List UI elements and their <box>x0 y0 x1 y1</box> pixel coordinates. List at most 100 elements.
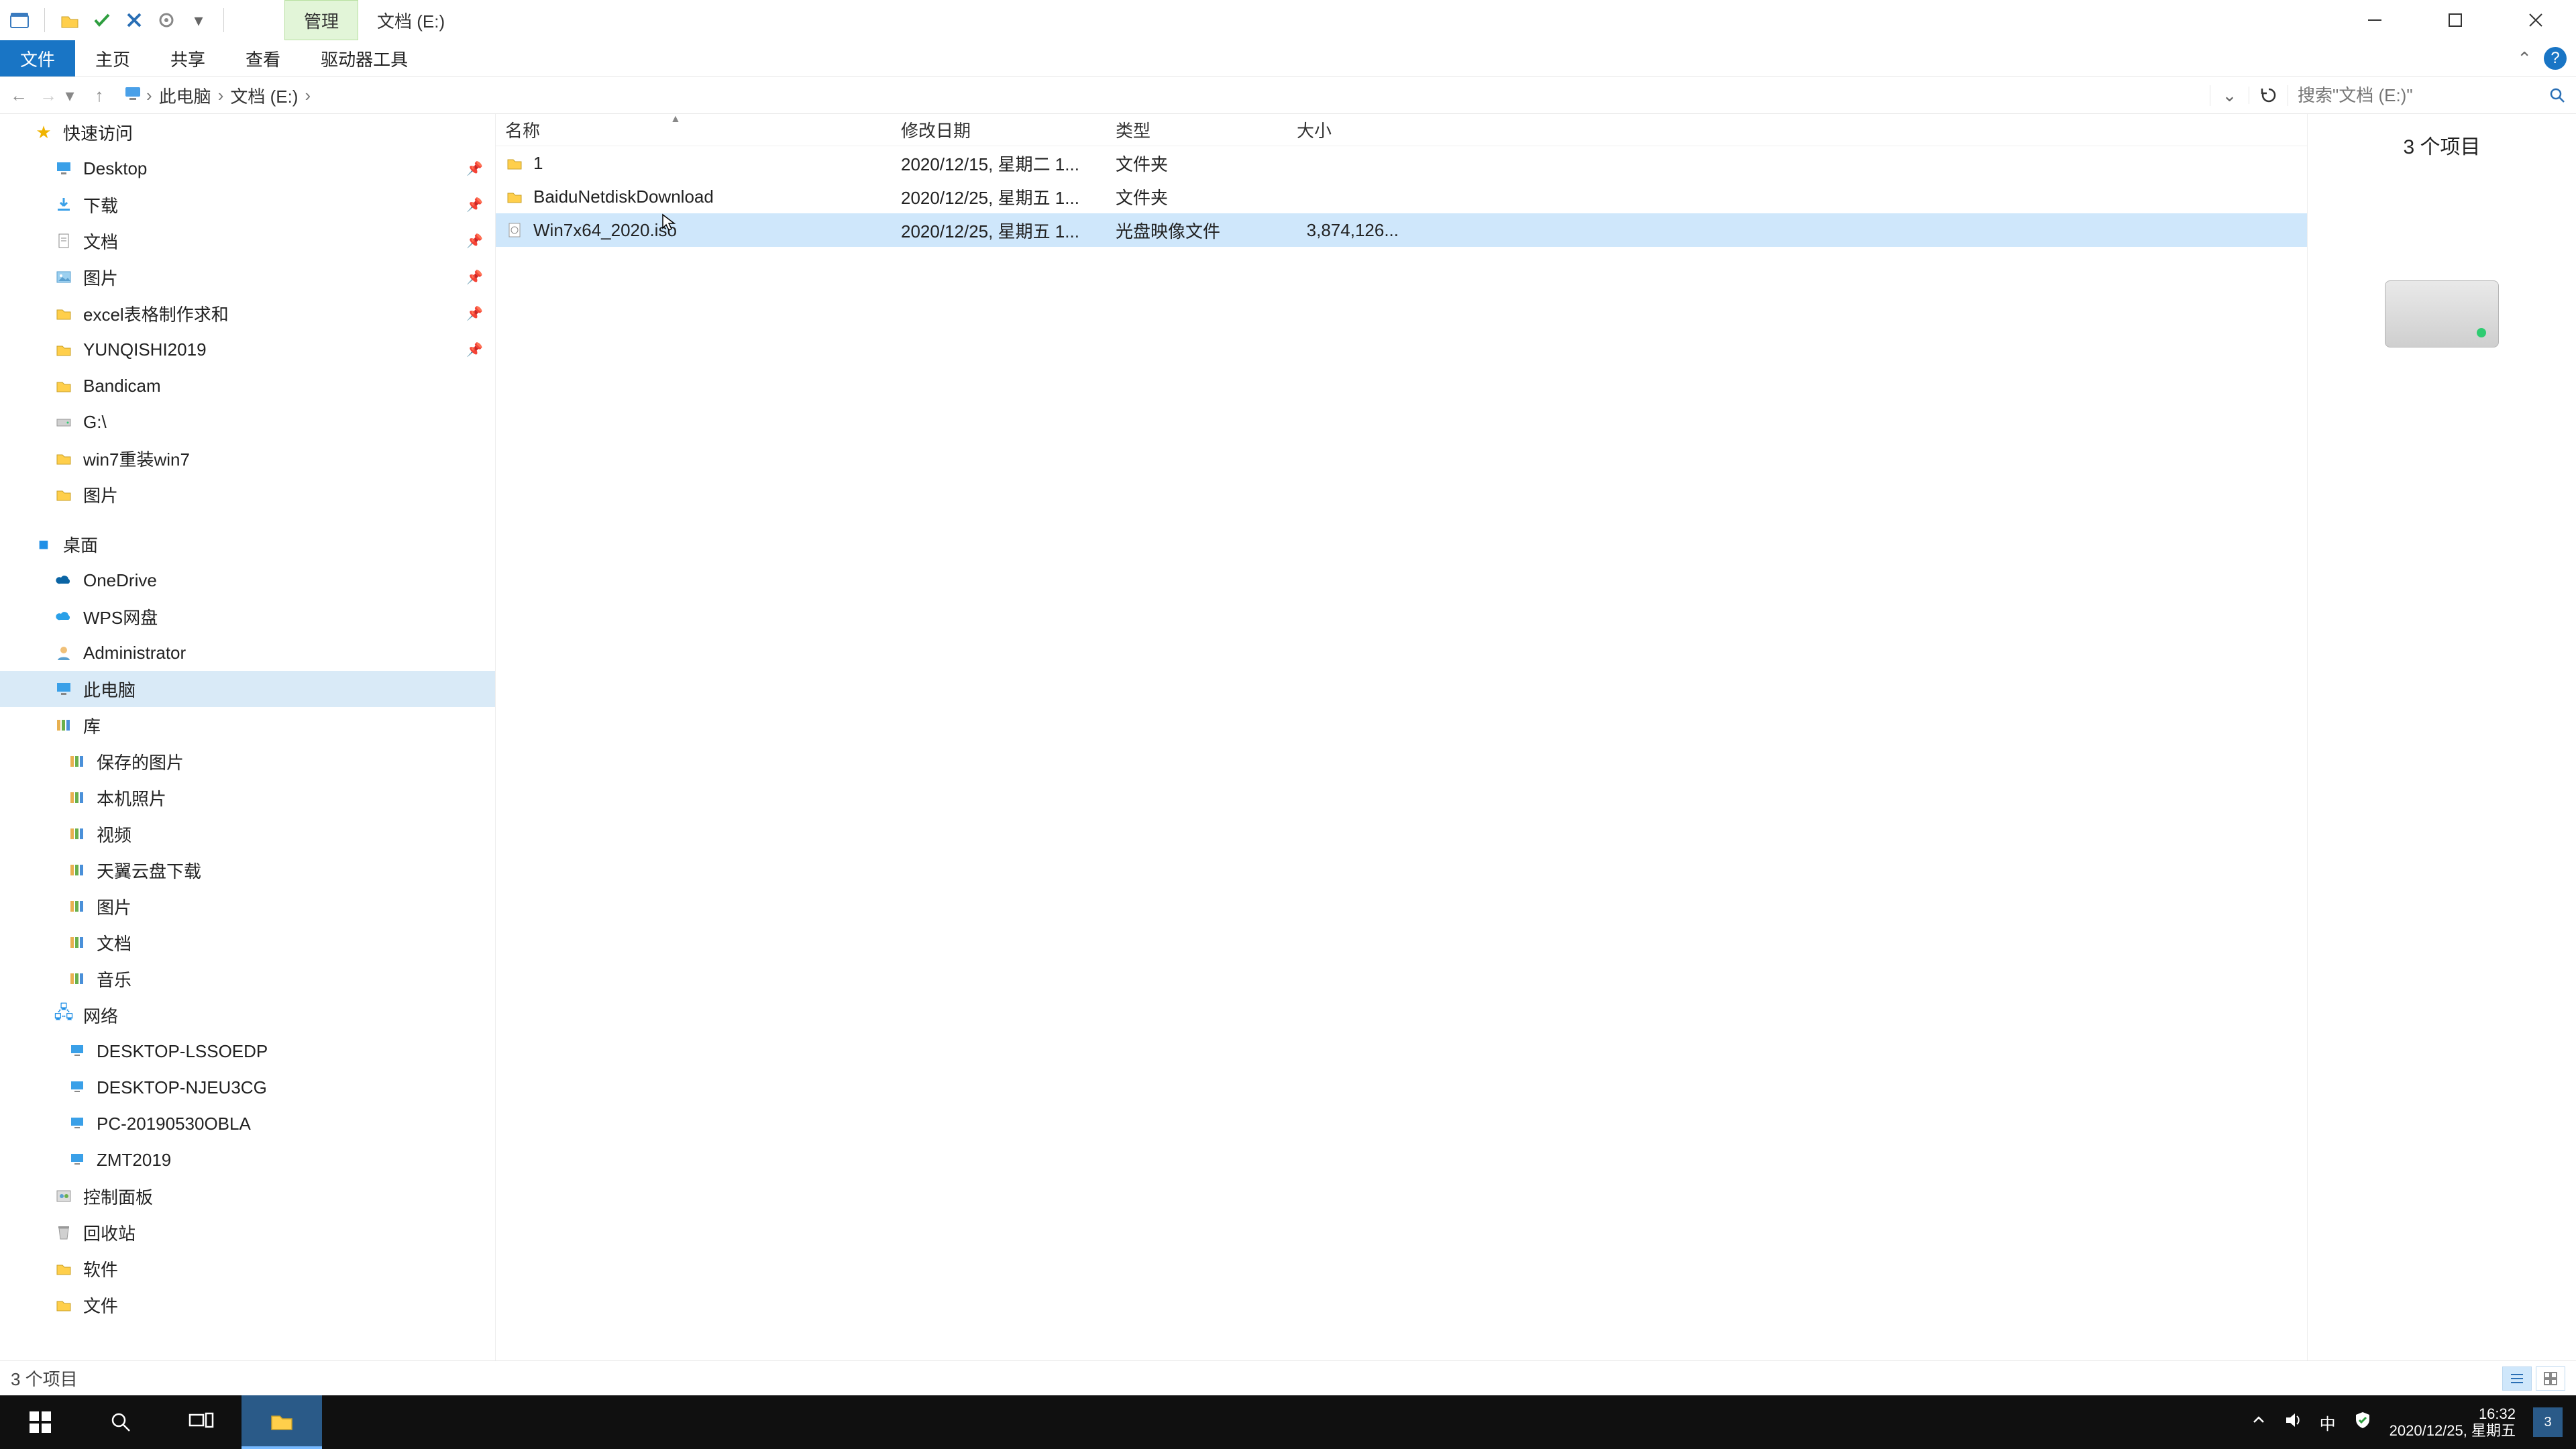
navigation-pane[interactable]: ★ 快速访问 Desktop📌 下载📌 文档📌 图片📌 excel表格制作求和📌… <box>0 114 495 1360</box>
nav-tail-item[interactable]: 文件 <box>0 1287 495 1323</box>
details-view-button[interactable] <box>2502 1366 2532 1391</box>
breadcrumb-drive[interactable]: 文档 (E:) <box>227 83 301 108</box>
qat-dropdown-icon[interactable]: ▾ <box>187 9 210 32</box>
nav-label: 文档 <box>97 930 131 955</box>
qat-close-icon[interactable] <box>123 9 146 32</box>
download-icon <box>54 196 74 213</box>
nav-library-item[interactable]: 音乐 <box>0 961 495 997</box>
nav-quick-item[interactable]: 文档📌 <box>0 223 495 259</box>
file-row[interactable]: 1 2020/12/15, 星期二 1... 文件夹 <box>496 146 2307 180</box>
nav-tail-item[interactable]: 软件 <box>0 1250 495 1287</box>
ribbon-context-tab[interactable]: 管理 <box>284 0 358 40</box>
nav-network-item[interactable]: DESKTOP-LSSOEDP <box>0 1033 495 1069</box>
ribbon-tab-file[interactable]: 文件 <box>0 40 75 76</box>
file-date: 2020/12/25, 星期五 1... <box>892 218 1106 243</box>
nav-desktop-item[interactable]: Administrator <box>0 635 495 671</box>
minimize-button[interactable] <box>2334 0 2415 40</box>
file-type: 光盘映像文件 <box>1106 218 1287 243</box>
maximize-button[interactable] <box>2415 0 2496 40</box>
tray-overflow-icon[interactable] <box>2251 1413 2266 1432</box>
column-name[interactable]: 名称 <box>496 117 892 142</box>
ribbon-tab-share[interactable]: 共享 <box>150 40 225 76</box>
nav-network-item[interactable]: ZMT2019 <box>0 1142 495 1178</box>
lib-icon <box>54 716 74 734</box>
ime-indicator[interactable]: 中 <box>2320 1411 2336 1434</box>
nav-network-item[interactable]: PC-20190530OBLA <box>0 1106 495 1142</box>
help-icon[interactable]: ? <box>2544 47 2567 70</box>
security-icon[interactable] <box>2353 1411 2372 1434</box>
column-date[interactable]: 修改日期 <box>892 117 1106 142</box>
nav-library-item[interactable]: 天翼云盘下载 <box>0 852 495 888</box>
taskbar-clock[interactable]: 16:32 2020/12/25, 星期五 <box>2390 1405 2516 1440</box>
nav-quick-access[interactable]: ★ 快速访问 <box>0 114 495 150</box>
volume-icon[interactable] <box>2284 1411 2302 1434</box>
ribbon-tab-drive-tools[interactable]: 驱动器工具 <box>301 40 428 76</box>
nav-quick-item[interactable]: excel表格制作求和📌 <box>0 295 495 331</box>
search-box[interactable] <box>2288 85 2576 106</box>
search-icon[interactable] <box>2538 87 2576 104</box>
address-dropdown-icon[interactable]: ⌄ <box>2210 85 2249 106</box>
quick-access-toolbar: ▾ <box>0 8 228 32</box>
close-button[interactable] <box>2496 0 2576 40</box>
chevron-right-icon[interactable]: › <box>218 85 224 106</box>
netpc-icon <box>67 1042 87 1060</box>
nav-quick-item[interactable]: win7重装win7 <box>0 440 495 476</box>
breadcrumb-this-pc[interactable]: 此电脑 <box>156 83 214 108</box>
nav-desktop-item[interactable]: 此电脑 <box>0 671 495 707</box>
chevron-right-icon[interactable]: › <box>146 85 152 106</box>
nav-tail-item[interactable]: 回收站 <box>0 1214 495 1250</box>
action-center-button[interactable]: 3 <box>2533 1407 2563 1437</box>
column-size[interactable]: 大小 <box>1287 117 1408 142</box>
qat-check-icon[interactable] <box>91 9 113 32</box>
nav-up-button[interactable]: ↑ <box>80 85 118 106</box>
nav-library-item[interactable]: 视频 <box>0 816 495 852</box>
nav-quick-item[interactable]: G:\ <box>0 404 495 440</box>
nav-label: 库 <box>83 713 101 738</box>
file-row[interactable]: BaiduNetdiskDownload 2020/12/25, 星期五 1..… <box>496 180 2307 213</box>
search-input[interactable] <box>2288 85 2538 106</box>
task-view-button[interactable] <box>161 1395 241 1449</box>
chevron-right-icon[interactable]: › <box>305 85 311 106</box>
folder-icon <box>54 1296 74 1313</box>
nav-label: 保存的图片 <box>97 749 184 774</box>
ribbon-tab-home[interactable]: 主页 <box>75 40 150 76</box>
ribbon-tab-view[interactable]: 查看 <box>225 40 301 76</box>
qat-settings-icon[interactable] <box>155 9 178 32</box>
nav-quick-item[interactable]: Desktop📌 <box>0 150 495 186</box>
thumbnails-view-button[interactable] <box>2536 1366 2565 1391</box>
nav-library-item[interactable]: 图片 <box>0 888 495 924</box>
nav-desktop-root[interactable]: ■ 桌面 <box>0 526 495 562</box>
start-button[interactable] <box>0 1395 80 1449</box>
file-type: 文件夹 <box>1106 184 1287 209</box>
nav-library-item[interactable]: 本机照片 <box>0 780 495 816</box>
qat-new-folder-icon[interactable] <box>58 9 81 32</box>
nav-desktop-item[interactable]: WPS网盘 <box>0 598 495 635</box>
nav-desktop-item[interactable]: OneDrive <box>0 562 495 598</box>
refresh-button[interactable] <box>2249 87 2288 104</box>
ribbon-collapse-icon[interactable]: ⌃ <box>2517 48 2532 69</box>
nav-quick-item[interactable]: 图片 <box>0 476 495 513</box>
column-type[interactable]: 类型 <box>1106 117 1287 142</box>
nav-back-button[interactable]: ← <box>0 85 38 106</box>
address-bar[interactable]: › 此电脑 › 文档 (E:) › <box>118 77 2210 113</box>
nav-quick-item[interactable]: Bandicam <box>0 368 495 404</box>
bin-icon <box>54 1224 74 1241</box>
nav-label: 桌面 <box>63 532 98 557</box>
nav-network-item[interactable]: DESKTOP-NJEU3CG <box>0 1069 495 1106</box>
nav-library-item[interactable]: 文档 <box>0 924 495 961</box>
nav-forward-button[interactable]: → <box>38 85 59 106</box>
nav-recent-dropdown[interactable]: ▾ <box>59 85 80 106</box>
file-row[interactable]: Win7x64_2020.iso 2020/12/25, 星期五 1... 光盘… <box>496 213 2307 247</box>
lib-icon <box>67 789 87 806</box>
nav-quick-item[interactable]: 图片📌 <box>0 259 495 295</box>
nav-quick-item[interactable]: 下载📌 <box>0 186 495 223</box>
nav-quick-item[interactable]: YUNQISHI2019📌 <box>0 331 495 368</box>
nav-library-item[interactable]: 保存的图片 <box>0 743 495 780</box>
nav-network-root[interactable]: 🖧 网络 <box>0 997 495 1033</box>
file-date: 2020/12/25, 星期五 1... <box>892 184 1106 209</box>
taskbar-explorer-button[interactable] <box>241 1395 322 1449</box>
nav-tail-item[interactable]: 控制面板 <box>0 1178 495 1214</box>
nav-desktop-item[interactable]: 库 <box>0 707 495 743</box>
taskbar-search-button[interactable] <box>80 1395 161 1449</box>
netpc-icon <box>67 1115 87 1132</box>
